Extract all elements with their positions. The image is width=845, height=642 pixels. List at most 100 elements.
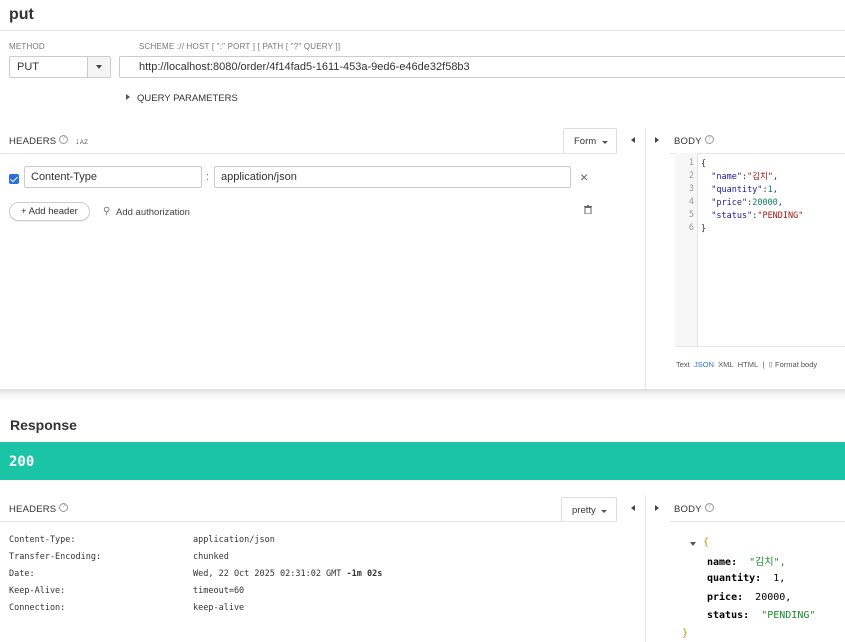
response-body-label: BODY (674, 504, 702, 515)
response-header-name: Keep-Alive: (9, 586, 66, 596)
form-mode-dropdown[interactable]: Form (563, 128, 617, 153)
caret-right-icon (126, 94, 130, 100)
query-parameters-label: QUERY PARAMETERS (137, 93, 238, 104)
date-delta: -1m 02s (346, 569, 383, 579)
request-panel: put METHOD SCHEME :// HOST [ ":" PORT ] … (0, 0, 845, 390)
query-parameters-toggle[interactable]: QUERY PARAMETERS (126, 93, 238, 104)
format-xml-tab[interactable]: XML (718, 360, 733, 369)
headers-section-title: HEADERS? ↓AZ (9, 135, 88, 147)
json-key: "status" (711, 211, 753, 221)
editor-bottom-border (675, 346, 845, 347)
json-key: "price" (711, 198, 748, 208)
format-text-tab[interactable]: Text (676, 360, 690, 369)
chevron-down-icon[interactable] (87, 57, 110, 77)
header-separator: : (206, 171, 210, 183)
response-title: Response (10, 417, 77, 433)
panel-splitter[interactable] (645, 128, 646, 390)
url-input[interactable]: http://localhost:8080/order/4f14fad5-161… (119, 56, 845, 78)
format-body-label: Format body (775, 360, 818, 369)
json-key: quantity: (707, 573, 762, 584)
headers-label: HEADERS (9, 136, 57, 147)
format-toolbar: Text JSON XML HTML | ⌷ Format body (676, 360, 817, 370)
url-value: http://localhost:8080/order/4f14fad5-161… (139, 61, 470, 73)
format-json-tab[interactable]: JSON (694, 360, 714, 369)
request-title: put (9, 6, 34, 23)
sort-icon[interactable]: ↓AZ (75, 136, 88, 146)
response-header-value: chunked (193, 552, 229, 562)
json-value: 1, (773, 573, 786, 584)
response-header-name: Transfer-Encoding: (9, 552, 102, 562)
response-headers-divider (0, 521, 617, 522)
collapse-left-icon[interactable] (631, 137, 635, 143)
help-icon[interactable]: ? (59, 135, 69, 144)
json-value: "PENDING" (757, 211, 804, 221)
response-headers-title: HEADERS? (9, 503, 69, 515)
body-editor[interactable]: { "name":"김치", "quantity":1, "price":200… (701, 158, 803, 236)
collapse-right-icon[interactable] (655, 505, 659, 511)
json-key: price: (707, 592, 744, 603)
headers-divider (0, 153, 617, 154)
line-number: 4 (688, 197, 694, 207)
json-value: "김치" (747, 172, 773, 182)
format-html-tab[interactable]: HTML (738, 360, 758, 369)
method-select[interactable]: PUT (9, 56, 111, 78)
header-value-input[interactable]: application/json (214, 166, 571, 188)
code-line: "quantity":1, (711, 185, 778, 195)
method-label: METHOD (9, 42, 45, 51)
line-number-gutter: 1 2 3 4 5 6 (675, 153, 698, 346)
divider (0, 30, 845, 31)
response-header-name: Content-Type: (9, 535, 76, 545)
json-value: 20000 (752, 198, 778, 208)
json-value: "PENDING" (761, 610, 816, 621)
response-header-name: Date: (9, 569, 35, 579)
header-enabled-checkbox[interactable] (9, 174, 19, 184)
line-number: 1 (688, 158, 694, 168)
json-entry: status: "PENDING" (707, 610, 815, 621)
add-header-button[interactable]: + Add header (9, 202, 90, 221)
code-text: } (701, 224, 707, 234)
code-line: { (701, 158, 803, 171)
line-number: 6 (688, 223, 694, 233)
header-name-value: Content-Type (31, 171, 98, 183)
form-mode-label: Form (574, 136, 597, 147)
collapse-left-icon[interactable] (631, 505, 635, 511)
code-line: "name":"김치", (711, 172, 779, 182)
caret-down-icon (601, 510, 607, 513)
help-icon[interactable]: ? (59, 503, 69, 512)
response-header-value: application/json (193, 535, 275, 545)
header-name-input[interactable]: Content-Type (24, 166, 202, 188)
panel-shadow (0, 389, 845, 401)
json-entry: price: 20000, (707, 592, 791, 603)
pretty-dropdown[interactable]: pretty (561, 497, 617, 521)
collapse-right-icon[interactable] (655, 137, 659, 143)
json-key: "quantity" (711, 185, 763, 195)
trash-icon[interactable] (584, 205, 592, 215)
help-icon[interactable]: ? (704, 503, 714, 512)
method-value: PUT (17, 61, 39, 73)
response-body-title: BODY? (674, 503, 714, 515)
date-value: Wed, 22 Oct 2025 02:31:02 GMT (193, 569, 342, 579)
status-code: 200 (9, 454, 35, 470)
format-body-button[interactable]: ⌷ Format body (768, 360, 817, 369)
add-header-label: + Add header (21, 206, 78, 217)
response-header-value: timeout=60 (193, 586, 245, 596)
status-bar: 200 (0, 442, 845, 480)
response-header-value: keep-alive (193, 603, 245, 613)
code-line: "status":"PENDING" (711, 211, 804, 221)
remove-header-icon[interactable]: × (580, 170, 588, 184)
collapse-toggle-icon[interactable] (690, 542, 696, 546)
add-authorization-link[interactable]: Add authorization (116, 207, 190, 218)
brush-icon: ⌷ (768, 360, 773, 369)
code-line: "price":20000, (711, 198, 783, 208)
response-splitter[interactable] (645, 495, 646, 642)
header-value-value: application/json (221, 171, 297, 183)
key-icon: ⚲ (103, 206, 111, 217)
help-icon[interactable]: ? (704, 135, 714, 144)
response-header-name: Connection: (9, 603, 66, 613)
caret-down-icon (602, 141, 608, 144)
body-label: BODY (674, 136, 702, 147)
body-section-title: BODY? (674, 135, 714, 147)
json-key: name: (707, 557, 738, 568)
line-number: 3 (688, 184, 694, 194)
response-headers-label: HEADERS (9, 504, 57, 515)
